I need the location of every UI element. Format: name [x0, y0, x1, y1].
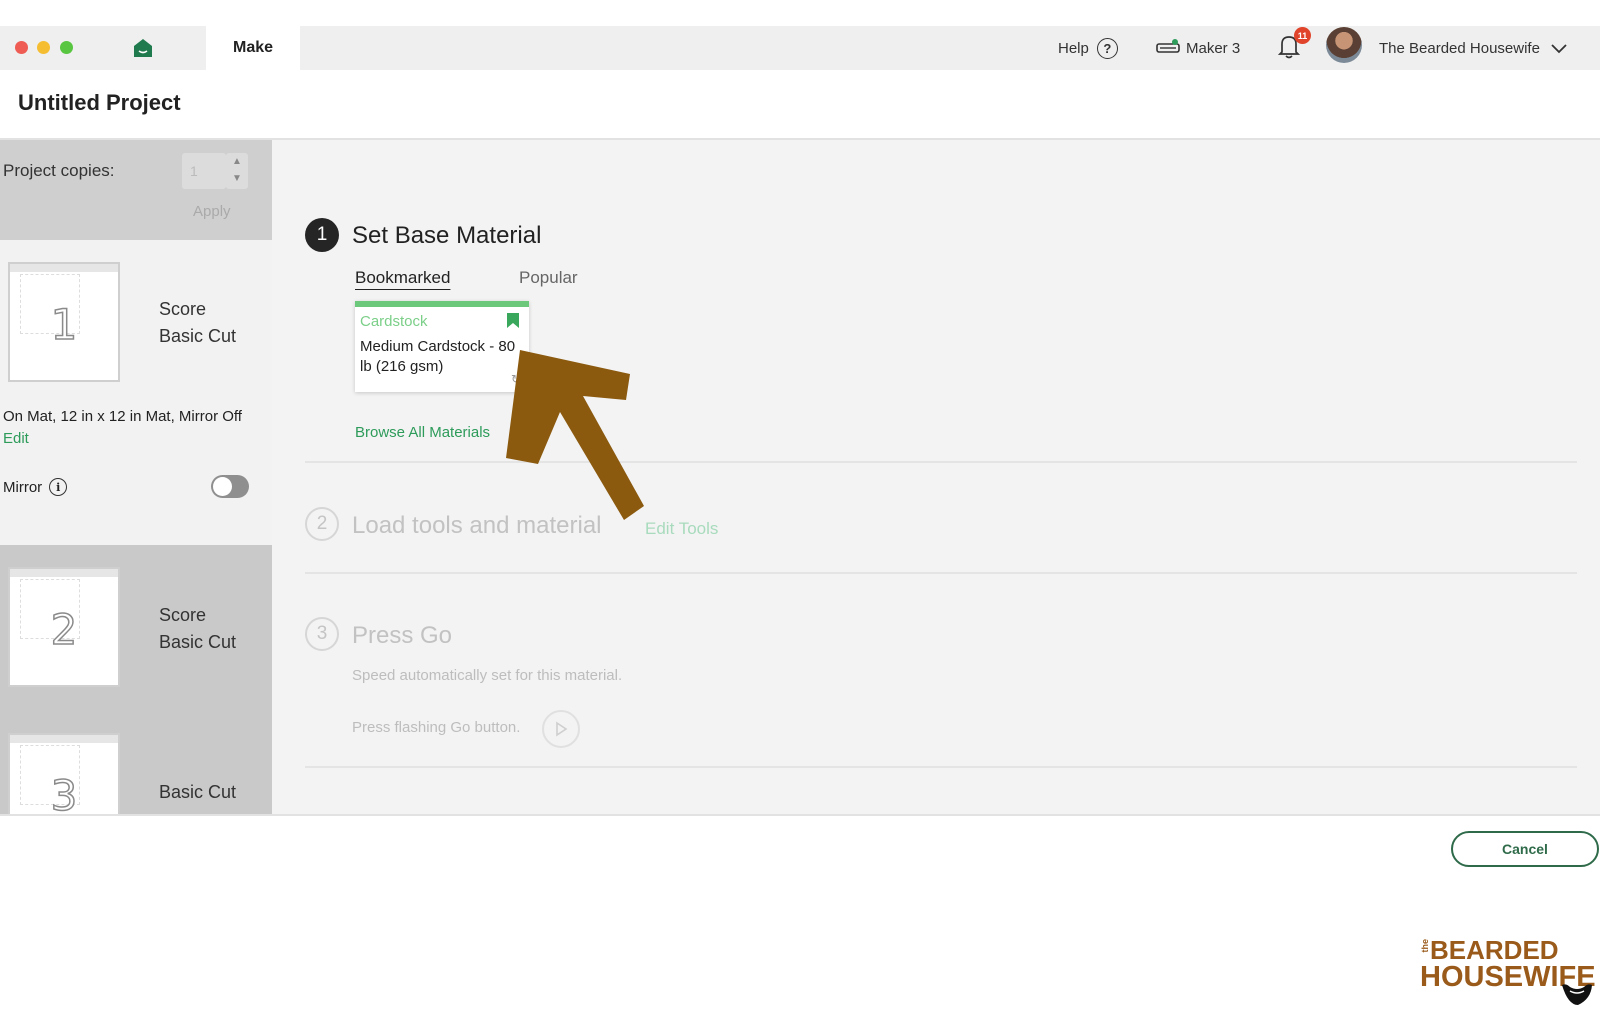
help-button[interactable]: Help ? — [1058, 26, 1118, 70]
brand-the: the — [1420, 939, 1430, 953]
mat-preview-1[interactable]: 1 — [8, 262, 120, 382]
arrow-pointer — [506, 350, 644, 520]
make-screen: { "titlebar": { "tab_label": "Make", "he… — [0, 0, 1600, 1017]
info-icon[interactable]: i — [49, 478, 68, 496]
step-1-number: 1 — [305, 218, 339, 252]
mat-operations-2: Score Basic Cut — [159, 602, 236, 656]
user-name: The Bearded Housewife — [1379, 39, 1540, 57]
mat-number-2: 2 — [50, 604, 78, 655]
footer-divider — [0, 814, 1600, 816]
tab-popular[interactable]: Popular — [519, 268, 578, 288]
step-divider — [305, 572, 1577, 574]
material-category: Cardstock — [360, 313, 428, 330]
account-menu[interactable]: The Bearded Housewife — [1379, 26, 1568, 70]
step-3-number: 3 — [305, 617, 339, 651]
tab-make[interactable]: Make — [206, 26, 300, 70]
mirror-label: Mirror i — [3, 478, 68, 496]
mat-op-line: Basic Cut — [159, 632, 237, 652]
beard-icon — [1562, 984, 1592, 1005]
copies-stepper[interactable]: ▲ ▼ — [226, 153, 248, 189]
machine-icon — [1156, 39, 1180, 53]
apply-button[interactable]: Apply — [193, 203, 231, 220]
help-label: Help — [1058, 39, 1089, 57]
mat-preview-2[interactable]: 2 — [8, 567, 120, 687]
window-close-button[interactable] — [15, 41, 28, 54]
mat-op-line: Basic Cut — [159, 782, 237, 802]
play-icon — [556, 721, 568, 737]
brand-watermark: the BEARDED HOUSEWIFE — [1420, 935, 1596, 1005]
window-zoom-button[interactable] — [60, 41, 73, 54]
window-minimize-button[interactable] — [37, 41, 50, 54]
edit-tools-link[interactable]: Edit Tools — [645, 519, 718, 539]
mat-op-line: Basic Cut — [159, 326, 237, 346]
step-3-title: Press Go — [352, 622, 453, 649]
page-title: Untitled Project — [18, 90, 181, 115]
mirror-text: Mirror — [3, 478, 43, 496]
mat-operations-1: Score Basic Cut — [159, 296, 236, 350]
notification-badge: 11 — [1294, 27, 1311, 44]
mat-info: On Mat, 12 in x 12 in Mat, Mirror Off — [3, 408, 242, 425]
mat-number-1: 1 — [50, 299, 78, 350]
mat-number-3: 3 — [50, 770, 78, 821]
go-button — [542, 710, 580, 748]
step-1-title: Set Base Material — [352, 222, 542, 249]
stepper-down-icon[interactable]: ▼ — [226, 170, 248, 187]
chevron-down-icon — [1551, 44, 1567, 54]
project-copies-input[interactable]: 1 — [182, 153, 226, 189]
stepper-up-icon[interactable]: ▲ — [226, 153, 248, 170]
home-icon[interactable] — [132, 37, 154, 59]
browse-all-materials-link[interactable]: Browse All Materials — [355, 424, 490, 441]
mat-operations-3: Basic Cut — [159, 779, 236, 806]
edit-mat-link[interactable]: Edit — [3, 430, 29, 447]
mat-preview-3[interactable]: 3 — [8, 733, 120, 821]
mat-op-line: Score — [159, 605, 207, 625]
material-name: Medium Cardstock - 80 lb (216 gsm) — [360, 338, 516, 375]
mirror-toggle[interactable] — [211, 475, 249, 498]
tab-bookmarked[interactable]: Bookmarked — [355, 268, 450, 288]
mat-op-line: Score — [159, 299, 207, 319]
avatar[interactable] — [1326, 27, 1362, 63]
help-icon: ? — [1096, 37, 1118, 59]
cancel-button[interactable]: Cancel — [1451, 831, 1599, 867]
step-2-number: 2 — [305, 507, 339, 541]
machine-button[interactable]: Maker 3 — [1156, 26, 1240, 70]
bookmark-icon[interactable] — [507, 313, 519, 328]
step-divider — [305, 461, 1577, 463]
speed-note: Speed automatically set for this materia… — [352, 667, 623, 684]
step-divider — [305, 766, 1577, 768]
press-go-note: Press flashing Go button. — [352, 719, 521, 736]
project-copies-label: Project copies: — [3, 161, 115, 180]
machine-label: Maker 3 — [1186, 39, 1241, 57]
